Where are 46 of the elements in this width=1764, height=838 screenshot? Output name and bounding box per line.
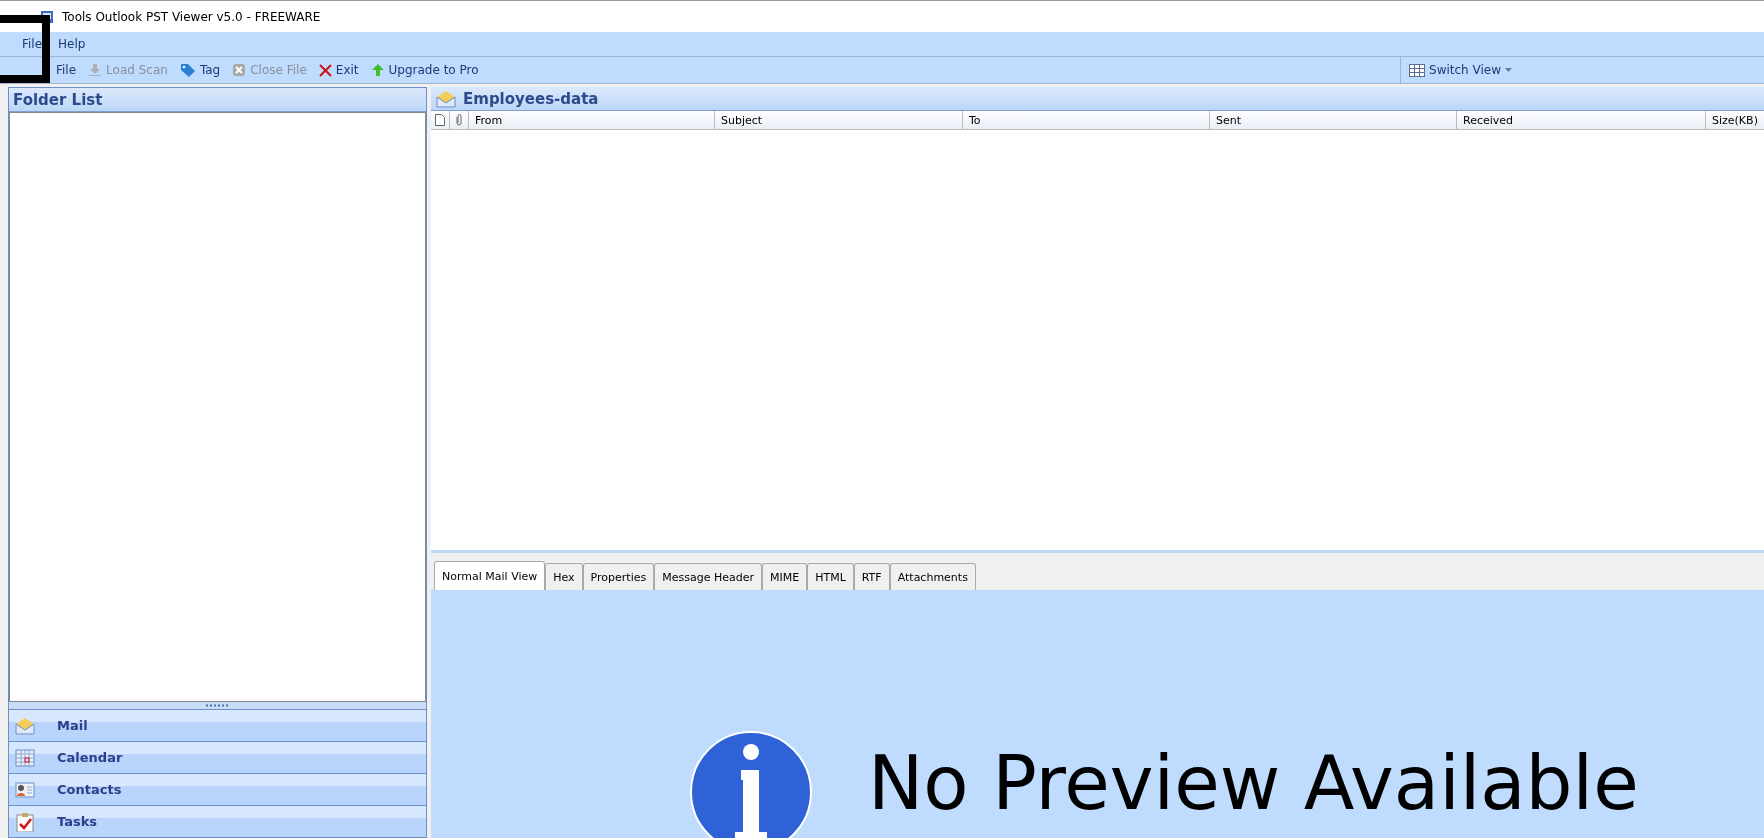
preview-tab[interactable]: MIME <box>761 563 808 590</box>
info-icon <box>689 730 813 838</box>
up-arrow-icon <box>370 63 385 77</box>
preview-tab[interactable]: RTF <box>853 563 890 590</box>
envelope-icon <box>15 715 35 736</box>
column-header[interactable]: Sent <box>1210 111 1457 129</box>
calendar-icon <box>15 748 35 767</box>
column-header[interactable]: Size(KB) <box>1706 111 1764 129</box>
preview-tab[interactable]: Attachments <box>889 563 976 590</box>
preview-tab[interactable]: HTML <box>807 563 854 590</box>
pane-title: Employees-data <box>463 89 599 108</box>
grid-icon <box>1409 63 1426 77</box>
switch-view-button[interactable]: Switch View <box>1400 57 1514 83</box>
annotation-bracket <box>0 15 50 83</box>
preview-tab[interactable]: Normal Mail View <box>434 561 546 590</box>
window-title: Tools Outlook PST Viewer v5.0 - FREEWARE <box>62 9 321 24</box>
download-icon <box>88 63 103 77</box>
toolbar-button[interactable]: Upgrade to Pro <box>368 63 481 77</box>
column-header[interactable]: Received <box>1457 111 1706 129</box>
preview-tab[interactable]: Properties <box>582 563 655 590</box>
navigation-item[interactable]: Contacts <box>9 773 426 805</box>
envelope-icon <box>435 88 457 109</box>
navigation-item[interactable]: Calendar <box>9 741 426 773</box>
cross-icon <box>318 63 332 77</box>
tag-icon <box>179 63 196 77</box>
column-header[interactable]: From <box>469 111 715 129</box>
toolbar-button[interactable]: Tag <box>177 63 223 77</box>
no-preview-message: No Preview Available <box>868 746 1639 820</box>
document-icon <box>435 114 445 126</box>
close-icon <box>232 63 247 77</box>
preview-tab[interactable]: Hex <box>545 563 583 590</box>
navigation-item[interactable]: Mail <box>9 709 426 741</box>
splitter-handle[interactable] <box>9 702 426 709</box>
paperclip-icon <box>455 114 463 126</box>
toolbar-button[interactable]: Exit <box>316 63 361 77</box>
contact-card-icon <box>15 781 35 798</box>
clipboard-icon <box>15 811 35 832</box>
column-header[interactable]: To <box>963 111 1210 129</box>
menu-item[interactable]: Help <box>52 35 92 53</box>
dropdown-caret-icon <box>1505 68 1512 72</box>
pane-title: Folder List <box>13 90 103 109</box>
menu-item[interactable]: File <box>16 35 49 53</box>
column-header[interactable]: Subject <box>715 111 963 129</box>
navigation-item[interactable]: Tasks <box>9 805 426 837</box>
toolbar-button[interactable]: File <box>54 63 79 77</box>
preview-tab[interactable]: Message Header <box>654 563 762 590</box>
